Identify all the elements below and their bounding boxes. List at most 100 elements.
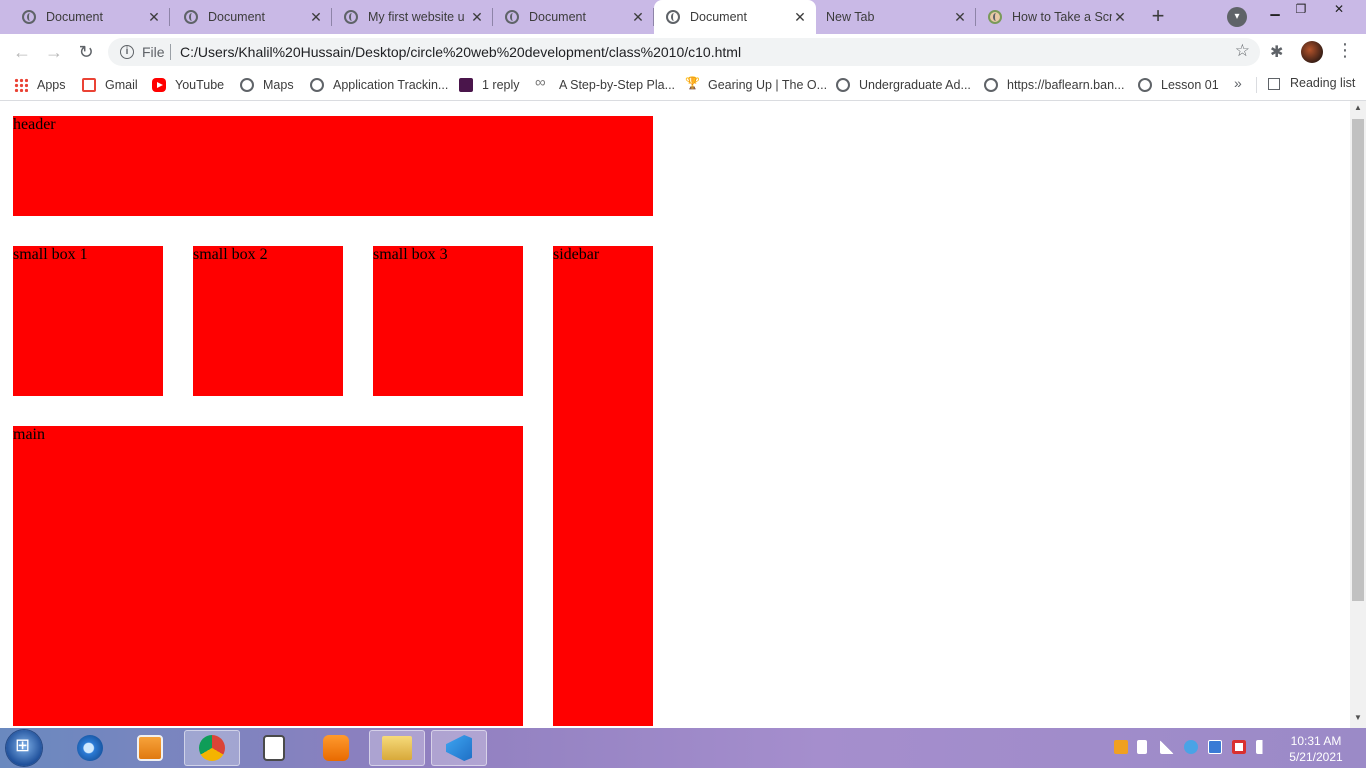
close-window-icon[interactable]: ✕ <box>1326 0 1352 20</box>
tray-app-icon[interactable] <box>1114 740 1128 754</box>
scrollbar-thumb[interactable] <box>1352 119 1364 601</box>
tab-document-1[interactable]: Document ✕ <box>0 0 170 34</box>
bookmark-step-by-step[interactable]: A Step-by-Step Pla... <box>535 74 676 94</box>
tab-close-icon[interactable]: ✕ <box>469 9 485 26</box>
bookmark-gearing-up[interactable]: Gearing Up | The O... <box>685 76 827 94</box>
system-clock[interactable]: 10:31 AM 5/21/2021 <box>1284 733 1348 765</box>
reading-list-button[interactable]: Reading list <box>1290 76 1355 90</box>
taskbar-media-player[interactable] <box>122 730 178 766</box>
bookmark-label: A Step-by-Step Pla... <box>559 78 676 92</box>
tab-title: Document <box>529 10 586 24</box>
tab-close-icon[interactable]: ✕ <box>792 9 808 26</box>
address-bar[interactable]: i File C:/Users/Khalil%20Hussain/Desktop… <box>108 38 1260 66</box>
pdf-icon <box>323 735 349 761</box>
network-signal-icon[interactable] <box>1160 740 1174 754</box>
tray-device-icon[interactable] <box>1137 740 1147 754</box>
tab-close-icon[interactable]: ✕ <box>308 9 324 26</box>
bookmarks-bar: Apps Gmail YouTube Maps Application Trac… <box>0 70 1366 101</box>
reading-list-icon[interactable] <box>1268 78 1280 90</box>
link-icon <box>535 74 550 92</box>
taskbar-file-explorer[interactable] <box>369 730 425 766</box>
tab-document-active[interactable]: Document ✕ <box>654 0 816 34</box>
globe-icon <box>666 10 680 24</box>
tab-close-icon[interactable]: ✕ <box>630 9 646 26</box>
youtube-icon <box>152 78 166 92</box>
taskbar-vscode[interactable] <box>431 730 487 766</box>
bookmark-label: Application Trackin... <box>333 78 449 92</box>
bookmark-youtube[interactable]: YouTube <box>152 76 224 94</box>
tab-document-2[interactable]: Document ✕ <box>170 0 332 34</box>
trophy-icon <box>685 76 700 92</box>
tray-monitor-icon[interactable] <box>1208 740 1222 754</box>
tab-search-icon[interactable]: ▾ <box>1227 7 1247 27</box>
page-viewport: header small box 1 small box 2 small box… <box>0 101 1350 728</box>
small-box-1: small box 1 <box>13 246 163 396</box>
tab-title: New Tab <box>826 10 875 24</box>
tab-title: Document <box>46 10 103 24</box>
globe-icon <box>1138 78 1152 92</box>
taskbar-pdf-reader[interactable] <box>308 730 364 766</box>
action-center-flag-icon[interactable] <box>1232 740 1246 754</box>
bookmark-maps[interactable]: Maps <box>240 76 294 94</box>
forward-icon[interactable]: → <box>42 40 66 64</box>
small-box-3: small box 3 <box>373 246 523 396</box>
reload-icon[interactable]: ↻ <box>74 40 98 64</box>
bookmark-1-reply[interactable]: 1 reply <box>459 76 520 94</box>
tab-my-first-website[interactable]: My first website u ✕ <box>332 0 493 34</box>
globe-icon <box>184 10 198 24</box>
bookmark-apps[interactable]: Apps <box>14 76 66 94</box>
globe-icon <box>310 78 324 92</box>
globe-icon <box>22 10 36 24</box>
notepad-icon <box>263 735 285 761</box>
tab-how-to-take-screenshot[interactable]: How to Take a Scr ✕ <box>976 0 1136 34</box>
small-box-2: small box 2 <box>193 246 343 396</box>
bookmark-application-tracking[interactable]: Application Trackin... <box>310 76 448 94</box>
internet-explorer-icon <box>77 735 103 761</box>
file-explorer-icon <box>382 736 412 760</box>
start-button[interactable] <box>6 730 42 766</box>
bookmark-star-icon[interactable]: ☆ <box>1235 41 1250 61</box>
back-icon[interactable]: ← <box>10 40 34 64</box>
taskbar-notepad[interactable] <box>246 730 302 766</box>
sidebar-box: sidebar <box>553 246 653 726</box>
menu-kebab-icon[interactable]: ⋮ <box>1336 40 1354 61</box>
tab-document-3[interactable]: Document ✕ <box>493 0 654 34</box>
bookmark-undergraduate[interactable]: Undergraduate Ad... <box>836 76 971 94</box>
tab-title: My first website u <box>368 10 465 24</box>
header-box: header <box>13 116 653 216</box>
tray-sync-icon[interactable] <box>1184 740 1198 754</box>
bookmark-lesson-01[interactable]: Lesson 01 <box>1138 76 1219 94</box>
browser-toolbar: ← → ↻ i File C:/Users/Khalil%20Hussain/D… <box>0 34 1366 70</box>
taskbar-internet-explorer[interactable] <box>62 730 118 766</box>
bookmark-label: YouTube <box>175 78 225 92</box>
gmail-icon <box>82 78 96 92</box>
taskbar-chrome[interactable] <box>184 730 240 766</box>
bookmarks-overflow-icon[interactable]: » <box>1234 75 1242 91</box>
omnibox-divider <box>170 44 171 60</box>
url-text[interactable]: C:/Users/Khalil%20Hussain/Desktop/circle… <box>180 44 741 60</box>
tab-close-icon[interactable]: ✕ <box>952 9 968 26</box>
tab-close-icon[interactable]: ✕ <box>1112 9 1128 26</box>
new-tab-button[interactable]: + <box>1144 4 1172 30</box>
profile-avatar[interactable] <box>1301 41 1323 63</box>
clock-date: 5/21/2021 <box>1289 750 1343 764</box>
volume-icon[interactable] <box>1256 740 1270 754</box>
extensions-puzzle-icon[interactable]: ✱ <box>1270 42 1283 62</box>
tab-strip: Document ✕ Document ✕ My first website u… <box>0 0 1366 34</box>
bookmark-baflearn[interactable]: https://baflearn.ban... <box>984 76 1124 94</box>
scroll-down-icon[interactable]: ▼ <box>1350 713 1366 722</box>
bookmark-label: Apps <box>37 78 66 92</box>
slack-icon <box>459 78 473 92</box>
vertical-scrollbar[interactable]: ▲ ▼ <box>1350 101 1366 728</box>
minimize-icon[interactable]: ▁ <box>1262 0 1288 20</box>
tab-new-tab[interactable]: New Tab ✕ <box>816 0 976 34</box>
info-icon[interactable]: i <box>120 45 134 59</box>
bookmark-label: Gearing Up | The O... <box>708 78 828 92</box>
bookmark-label: https://baflearn.ban... <box>1007 78 1125 92</box>
media-player-icon <box>137 735 163 761</box>
tab-close-icon[interactable]: ✕ <box>146 9 162 26</box>
bookmarks-divider <box>1256 77 1257 93</box>
restore-icon[interactable]: ❐ <box>1288 0 1314 20</box>
scroll-up-icon[interactable]: ▲ <box>1350 103 1366 112</box>
bookmark-gmail[interactable]: Gmail <box>82 76 138 94</box>
